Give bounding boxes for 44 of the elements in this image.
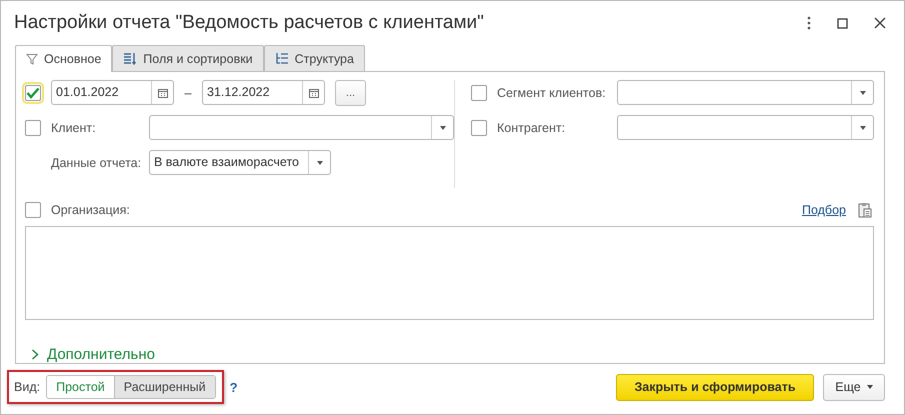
more-button[interactable]: Еще bbox=[823, 374, 885, 400]
view-toggle[interactable]: Расширенный bbox=[114, 376, 215, 398]
help-link[interactable]: ? bbox=[230, 380, 238, 394]
tab[interactable]: Основное bbox=[15, 45, 112, 72]
field-label: Контрагент: bbox=[497, 120, 566, 134]
field-label: Организация: bbox=[51, 203, 130, 217]
close-and-generate-button[interactable]: Закрыть и сформировать bbox=[616, 374, 814, 400]
caret-icon bbox=[866, 385, 873, 389]
select-field[interactable] bbox=[617, 80, 874, 105]
view-label: Вид: bbox=[14, 380, 40, 394]
window-title: Настройки отчета "Ведомость расчетов с клиентами" bbox=[14, 12, 485, 34]
dropdown-icon[interactable] bbox=[860, 126, 866, 130]
select-field[interactable] bbox=[617, 115, 874, 140]
dropdown-icon[interactable] bbox=[316, 160, 322, 164]
checkbox[interactable] bbox=[25, 120, 41, 136]
more-expander[interactable]: Дополнительно bbox=[31, 346, 155, 363]
dropdown-icon[interactable] bbox=[440, 126, 446, 130]
field-label: Клиент: bbox=[51, 120, 97, 134]
checkbox[interactable] bbox=[25, 202, 41, 218]
date-field[interactable]: 31.12.2022 bbox=[202, 80, 325, 105]
tab[interactable]: Структура bbox=[264, 45, 365, 71]
close-icon[interactable] bbox=[874, 17, 886, 29]
checkbox[interactable] bbox=[471, 120, 487, 136]
filter-icon bbox=[26, 53, 38, 65]
tab[interactable]: Поля и сортировки bbox=[112, 45, 264, 71]
clipboard-icon[interactable] bbox=[858, 202, 872, 218]
chevron-icon bbox=[31, 349, 39, 360]
field-label: Сегмент клиентов: bbox=[497, 86, 607, 100]
client-field[interactable] bbox=[149, 115, 454, 140]
calendar-icon[interactable] bbox=[158, 88, 168, 98]
report-data-field[interactable]: В валюте взаиморасчето bbox=[149, 150, 331, 175]
checkbox[interactable] bbox=[471, 84, 487, 100]
tree-icon bbox=[274, 52, 289, 65]
list-sort-icon bbox=[123, 52, 138, 65]
date-field[interactable]: 01.01.2022 bbox=[51, 80, 174, 105]
calendar-icon[interactable] bbox=[308, 88, 318, 98]
more-icon[interactable] bbox=[807, 16, 811, 30]
range-dash: – bbox=[184, 86, 192, 100]
dropdown-icon[interactable] bbox=[860, 90, 866, 94]
maximize-icon[interactable] bbox=[837, 18, 848, 28]
field-label: Данные отчета: bbox=[51, 156, 142, 170]
view-toggle[interactable]: Простой bbox=[47, 376, 115, 398]
period-button[interactable]: ... bbox=[335, 80, 366, 106]
pick-link[interactable]: Подбор bbox=[802, 203, 846, 217]
